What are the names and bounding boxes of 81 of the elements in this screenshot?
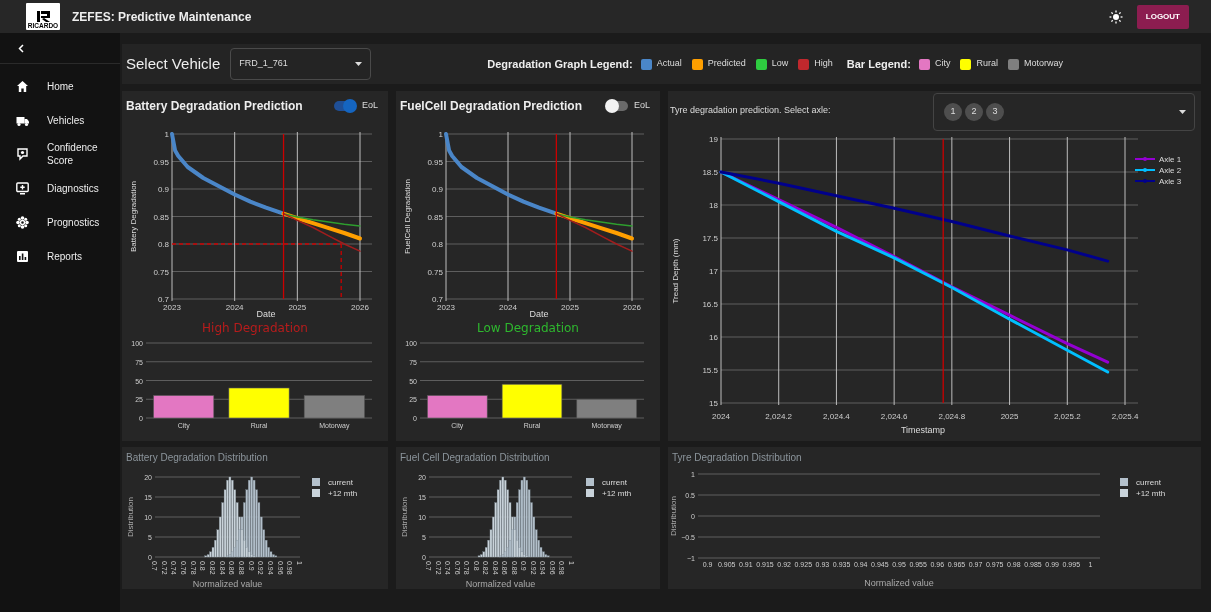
axis-tick-label: 2,024.4 xyxy=(823,412,850,421)
axis-tick-label: 2026 xyxy=(623,303,641,312)
axis-title: Distribution xyxy=(400,497,409,537)
panel-title: FuelCell Degradation Prediction xyxy=(400,97,584,115)
axis-title: Tread Depth (mm) xyxy=(671,238,680,304)
axis-tick-label: 0.85 xyxy=(427,212,443,222)
axis-tick-label: 2025 xyxy=(1000,412,1019,421)
axis-tick-label: 2024 xyxy=(499,303,517,312)
legend-label: Motorway xyxy=(1024,57,1063,71)
axis-tick-label: 2023 xyxy=(437,303,455,312)
axis-tick-label: 16 xyxy=(709,333,718,342)
axis-tick-label: 19 xyxy=(709,135,718,144)
axis-tick-label: 2,024.6 xyxy=(880,412,908,421)
legend-label: Actual xyxy=(656,57,682,71)
axis-title: Date xyxy=(529,309,549,319)
axis-title: Timestamp xyxy=(900,425,946,435)
legend-title: Degradation Graph Legend: xyxy=(487,56,633,72)
legend-label: Axle 2 xyxy=(1159,166,1182,175)
axis-tick-label: 0.7 xyxy=(157,295,169,304)
axis-tick-label: 2,024.2 xyxy=(765,412,793,421)
axis-title: Distribution xyxy=(126,497,135,537)
axis-tick-label: 0.75 xyxy=(153,267,169,277)
axis-tick-label: 2025 xyxy=(288,303,307,312)
axis-tick-label: 2,025.2 xyxy=(1053,412,1081,421)
axis-tick-label: 18.5 xyxy=(702,168,718,177)
axis-tick-label: 2025 xyxy=(561,303,579,312)
panel-title: Tyre Degradation Distribution xyxy=(671,451,803,461)
toggle-label: EoL xyxy=(362,98,378,112)
axis-tick-label: 15.5 xyxy=(702,366,718,375)
legend-label: current xyxy=(1136,478,1161,487)
axis-title: Normalized value xyxy=(864,578,934,588)
panel-title: Battery Degradation Prediction xyxy=(126,97,304,115)
axis-tick-label: 0.85 xyxy=(153,212,169,222)
axis-tick-label: 2024 xyxy=(225,303,244,312)
axis-tick-label: 17 xyxy=(709,267,718,276)
axis-tick-label: 0.7 xyxy=(431,295,443,304)
axis-tick-label: 0.9 xyxy=(431,185,443,194)
legend-label: +12 mth xyxy=(328,489,358,498)
status-text: High Degradation xyxy=(201,320,309,336)
select-vehicle-label: Select Vehicle xyxy=(126,53,221,74)
axis-tick-label: 18 xyxy=(709,201,718,210)
legend-label: Rural xyxy=(976,57,998,71)
legend-label: current xyxy=(602,478,627,487)
axis-tick-label: 0.75 xyxy=(427,267,443,277)
legend-label: Predicted xyxy=(707,57,746,71)
panel-title: Fuel Cell Degradation Distribution xyxy=(399,451,551,461)
axis-title: Distribution xyxy=(669,496,678,536)
axis-tick-label: 0.8 xyxy=(431,240,443,249)
axis-tick-label: 1 xyxy=(438,130,443,139)
legend-title: Bar Legend: xyxy=(846,56,911,72)
axis-title: Normalized value xyxy=(465,579,536,589)
legend-label: +12 mth xyxy=(1136,489,1166,498)
axis-tick-label: 2,024.8 xyxy=(938,412,966,421)
legend-label: Low xyxy=(771,57,789,71)
status-text: Low Degradation xyxy=(476,320,580,336)
legend-label: Axle 1 xyxy=(1159,155,1182,164)
axis-tick-label: 0.95 xyxy=(153,157,169,167)
panel-title: Battery Degradation Distribution xyxy=(125,451,269,461)
axis-tick-label: 2,025.4 xyxy=(1111,412,1139,421)
legend-label: current xyxy=(328,478,353,487)
legend-label: City xyxy=(934,57,951,71)
axis-tick-label: 0.8 xyxy=(157,240,169,249)
axis-tick-label: 17.5 xyxy=(702,234,718,243)
legend-label: High xyxy=(814,57,833,71)
axis-tick-label: 2023 xyxy=(163,303,181,312)
app-title: ZEFES: Predictive Maintenance xyxy=(72,8,252,26)
axis-tick-label: 2026 xyxy=(351,303,369,312)
axis-tick-label: 0.9 xyxy=(157,185,169,194)
axis-tick-label: 16.5 xyxy=(702,300,718,309)
axis-tick-label: 15 xyxy=(709,399,718,408)
legend-label: +12 mth xyxy=(602,489,632,498)
axis-title: Date xyxy=(256,309,276,319)
axis-tick-label: 1 xyxy=(164,130,169,139)
axis-tick-label: 2024 xyxy=(712,412,730,421)
legend-label: Axle 3 xyxy=(1159,177,1182,186)
axis-title: Battery Degradation xyxy=(129,180,138,253)
toggle-label: EoL xyxy=(634,98,650,112)
axis-title: Normalized value xyxy=(192,579,263,589)
axis-title: FuelCell Degradation xyxy=(403,178,412,255)
axis-tick-label: 0.95 xyxy=(427,157,443,167)
panel-title: Tyre degradation prediction. Select axle: xyxy=(670,104,831,118)
